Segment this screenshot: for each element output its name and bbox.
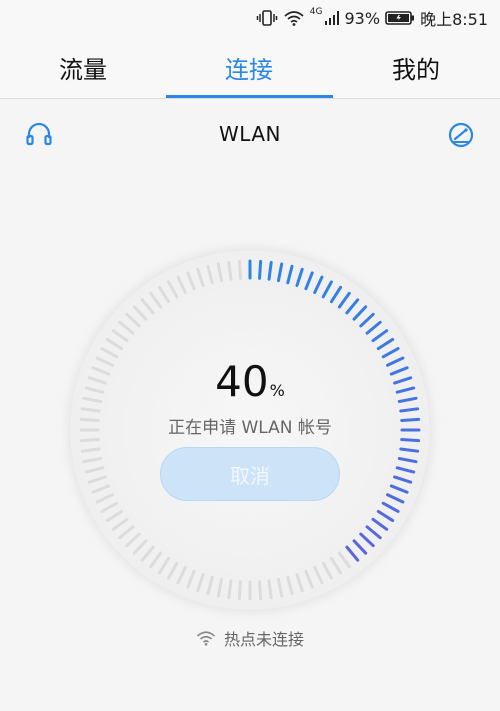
- progress-unit: %: [269, 381, 285, 400]
- battery-charging-icon: [385, 10, 415, 26]
- status-bar: 4G 93% 晚上8:51: [0, 0, 500, 36]
- page-header: WLAN: [0, 98, 500, 174]
- dial-tick: [80, 407, 101, 413]
- network-type: 4G: [309, 7, 323, 17]
- wifi-status-icon: [283, 9, 305, 27]
- hotspot-status: 热点未连接: [0, 626, 500, 650]
- hotspot-status-label: 热点未连接: [223, 630, 304, 649]
- tab-traffic[interactable]: 流量: [0, 36, 166, 98]
- dial-tick-active: [399, 447, 420, 453]
- speed-gauge-icon[interactable]: [446, 120, 476, 150]
- vibrate-icon: [256, 9, 278, 27]
- dial-tick-active: [399, 407, 420, 413]
- progress-readout: 40%: [0, 357, 500, 406]
- tab-bar: 流量 连接 我的: [0, 36, 500, 99]
- dial-tick: [237, 580, 242, 601]
- progress-status-text: 正在申请 WLAN 帐号: [168, 418, 332, 438]
- dial-tick: [80, 447, 101, 453]
- dial-tick: [79, 438, 100, 443]
- hotspot-wifi-icon: [196, 630, 216, 646]
- dial-tick: [267, 579, 273, 600]
- dial-tick-active: [258, 259, 263, 280]
- dial-tick-active: [400, 438, 421, 443]
- tab-mine[interactable]: 我的: [333, 36, 499, 98]
- signal-icon: 4G: [309, 7, 340, 26]
- battery-percent: 93%: [344, 8, 381, 28]
- progress-value: 40: [215, 357, 269, 406]
- dial-tick-active: [267, 260, 273, 281]
- clock: 晚上8:51: [420, 10, 488, 29]
- dial-tick: [258, 580, 263, 601]
- tab-connect[interactable]: 连接: [166, 36, 332, 98]
- dial-tick: [227, 579, 233, 600]
- page-title: WLAN: [218, 122, 282, 146]
- dial-tick: [227, 260, 233, 281]
- dial-tick: [237, 259, 242, 280]
- cancel-button[interactable]: 取消: [160, 447, 340, 501]
- status-icons: 4G 93% 晚上8:51: [256, 6, 488, 30]
